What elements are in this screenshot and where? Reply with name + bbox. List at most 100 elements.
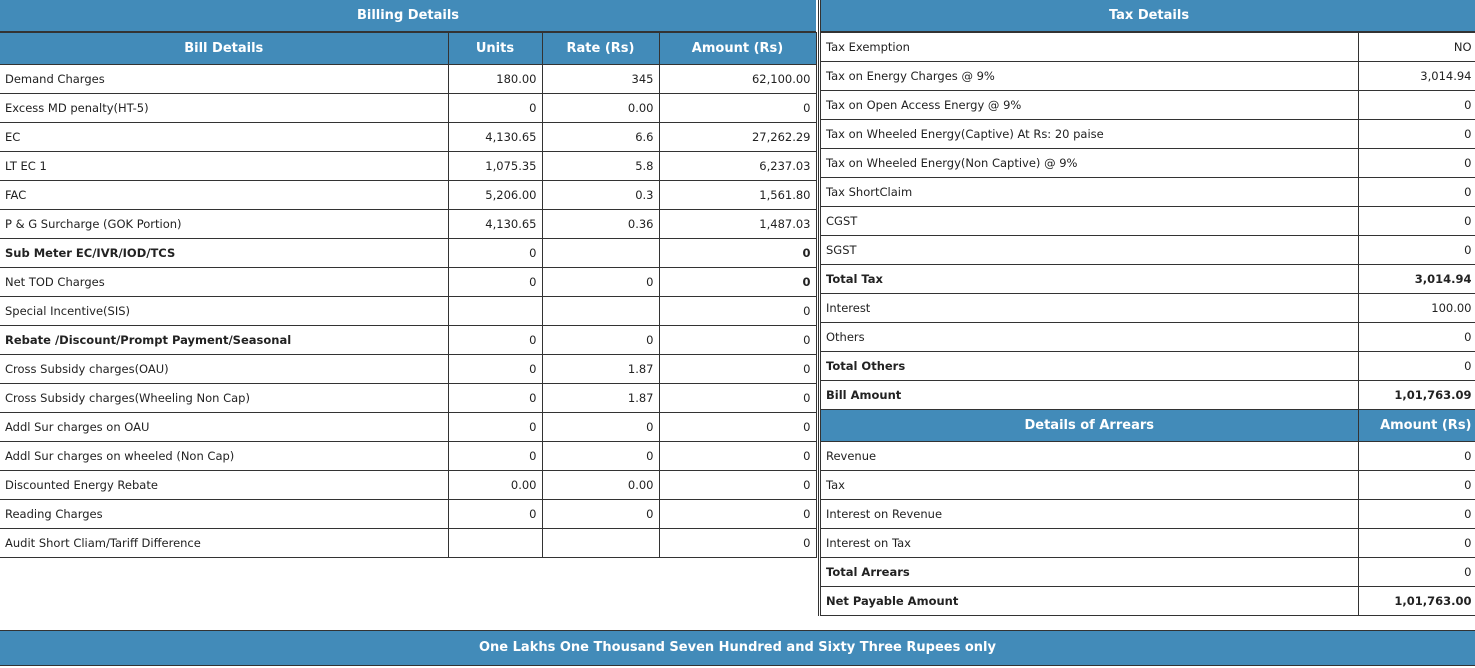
- arrears-row: Revenue 0: [821, 441, 1475, 471]
- row-label: Revenue: [821, 441, 1359, 471]
- arrears-amount-header: Amount (Rs): [1357, 409, 1475, 442]
- row-units: 0: [447, 499, 543, 529]
- tax-row: CGST 0: [821, 206, 1475, 236]
- row-value: 0: [1357, 206, 1475, 236]
- row-units: 0.00: [447, 470, 543, 500]
- billing-row: Excess MD penalty(HT-5) 0 0.00 0: [0, 93, 817, 123]
- row-rate: 0.00: [541, 470, 660, 500]
- arrears-title: Details of Arrears: [821, 409, 1359, 442]
- row-units: 5,206.00: [447, 180, 543, 210]
- arrears-row: Interest on Revenue 0: [821, 499, 1475, 529]
- row-value: 3,014.94: [1357, 61, 1475, 91]
- row-rate: 0: [541, 267, 660, 297]
- row-units: [447, 528, 543, 558]
- col-units: Units: [447, 32, 543, 65]
- row-label: Discounted Energy Rebate: [0, 470, 449, 500]
- row-label: Interest: [821, 293, 1359, 323]
- row-units: 0: [447, 441, 543, 471]
- row-units: 180.00: [447, 64, 543, 94]
- billing-row: LT EC 1 1,075.35 5.8 6,237.03: [0, 151, 817, 181]
- row-value: 3,014.94: [1357, 264, 1475, 294]
- tax-row: Total Others 0: [821, 351, 1475, 381]
- row-rate: 0.00: [541, 93, 660, 123]
- row-label: Tax Exemption: [821, 32, 1359, 62]
- row-units: [447, 296, 543, 326]
- row-units: 0: [447, 267, 543, 297]
- row-label: Tax on Wheeled Energy(Captive) At Rs: 20…: [821, 119, 1359, 149]
- tax-row: Total Tax 3,014.94: [821, 264, 1475, 294]
- tax-row: Bill Amount 1,01,763.09: [821, 380, 1475, 410]
- billing-row: FAC 5,206.00 0.3 1,561.80: [0, 180, 817, 210]
- row-amount: 0: [658, 499, 817, 529]
- row-label: Cross Subsidy charges(Wheeling Non Cap): [0, 383, 449, 413]
- row-label: LT EC 1: [0, 151, 449, 181]
- row-label: Net TOD Charges: [0, 267, 449, 297]
- row-value: 0: [1357, 322, 1475, 352]
- row-label: FAC: [0, 180, 449, 210]
- row-label: Special Incentive(SIS): [0, 296, 449, 326]
- arrears-row: Tax 0: [821, 470, 1475, 500]
- tax-row: Tax ShortClaim 0: [821, 177, 1475, 207]
- row-amount: 0: [658, 412, 817, 442]
- arrears-row: Net Payable Amount 1,01,763.00: [821, 586, 1475, 616]
- billing-row: Reading Charges 0 0 0: [0, 499, 817, 529]
- row-label: Total Tax: [821, 264, 1359, 294]
- col-rate: Rate (Rs): [541, 32, 660, 65]
- row-rate: 0: [541, 412, 660, 442]
- row-units: 4,130.65: [447, 122, 543, 152]
- row-amount: 0: [658, 528, 817, 558]
- row-rate: [541, 296, 660, 326]
- tax-table: Tax Exemption NO Tax on Energy Charges @ 9…: [821, 32, 1475, 616]
- row-label: Bill Amount: [821, 380, 1359, 410]
- row-label: Cross Subsidy charges(OAU): [0, 354, 449, 384]
- billing-row: Audit Short Cliam/Tariff Difference 0: [0, 528, 817, 558]
- tax-row: Tax Exemption NO: [821, 32, 1475, 62]
- row-label: Addl Sur charges on OAU: [0, 412, 449, 442]
- tax-row: Interest 100.00: [821, 293, 1475, 323]
- row-amount: 6,237.03: [658, 151, 817, 181]
- row-value: 0: [1357, 148, 1475, 178]
- row-rate: 0.3: [541, 180, 660, 210]
- row-value: 0: [1357, 177, 1475, 207]
- tax-row: Others 0: [821, 322, 1475, 352]
- row-rate: [541, 528, 660, 558]
- row-label: Tax on Energy Charges @ 9%: [821, 61, 1359, 91]
- arrears-row: Total Arrears 0: [821, 557, 1475, 587]
- row-label: Total Others: [821, 351, 1359, 381]
- row-label: P & G Surcharge (GOK Portion): [0, 209, 449, 239]
- tax-details-title: Tax Details: [821, 0, 1475, 32]
- row-value: 1,01,763.00: [1357, 586, 1475, 616]
- row-value: 0: [1357, 470, 1475, 500]
- row-amount: 0: [658, 383, 817, 413]
- row-rate: 1.87: [541, 383, 660, 413]
- row-amount: 1,561.80: [658, 180, 817, 210]
- row-label: Reading Charges: [0, 499, 449, 529]
- row-amount: 0: [658, 93, 817, 123]
- row-units: 0: [447, 93, 543, 123]
- billing-row: Addl Sur charges on OAU 0 0 0: [0, 412, 817, 442]
- billing-row: Special Incentive(SIS) 0: [0, 296, 817, 326]
- row-value: 0: [1357, 119, 1475, 149]
- row-rate: 0: [541, 499, 660, 529]
- row-amount: 0: [658, 238, 817, 268]
- row-amount: 0: [658, 267, 817, 297]
- row-units: 1,075.35: [447, 151, 543, 181]
- billing-row: Net TOD Charges 0 0 0: [0, 267, 817, 297]
- billing-table: Bill Details Units Rate (Rs) Amount (Rs)…: [0, 32, 817, 558]
- row-amount: 0: [658, 441, 817, 471]
- billing-row: Sub Meter EC/IVR/IOD/TCS 0 0: [0, 238, 817, 268]
- billing-row: Demand Charges 180.00 345 62,100.00: [0, 64, 817, 94]
- row-rate: 345: [541, 64, 660, 94]
- row-label: Rebate /Discount/Prompt Payment/Seasonal: [0, 325, 449, 355]
- row-rate: 6.6: [541, 122, 660, 152]
- row-value: 0: [1357, 90, 1475, 120]
- row-label: Addl Sur charges on wheeled (Non Cap): [0, 441, 449, 471]
- row-label: EC: [0, 122, 449, 152]
- tax-row: SGST 0: [821, 235, 1475, 265]
- row-label: CGST: [821, 206, 1359, 236]
- row-rate: 0: [541, 325, 660, 355]
- row-label: Others: [821, 322, 1359, 352]
- arrears-row: Interest on Tax 0: [821, 528, 1475, 558]
- row-value: 1,01,763.09: [1357, 380, 1475, 410]
- billing-row: Discounted Energy Rebate 0.00 0.00 0: [0, 470, 817, 500]
